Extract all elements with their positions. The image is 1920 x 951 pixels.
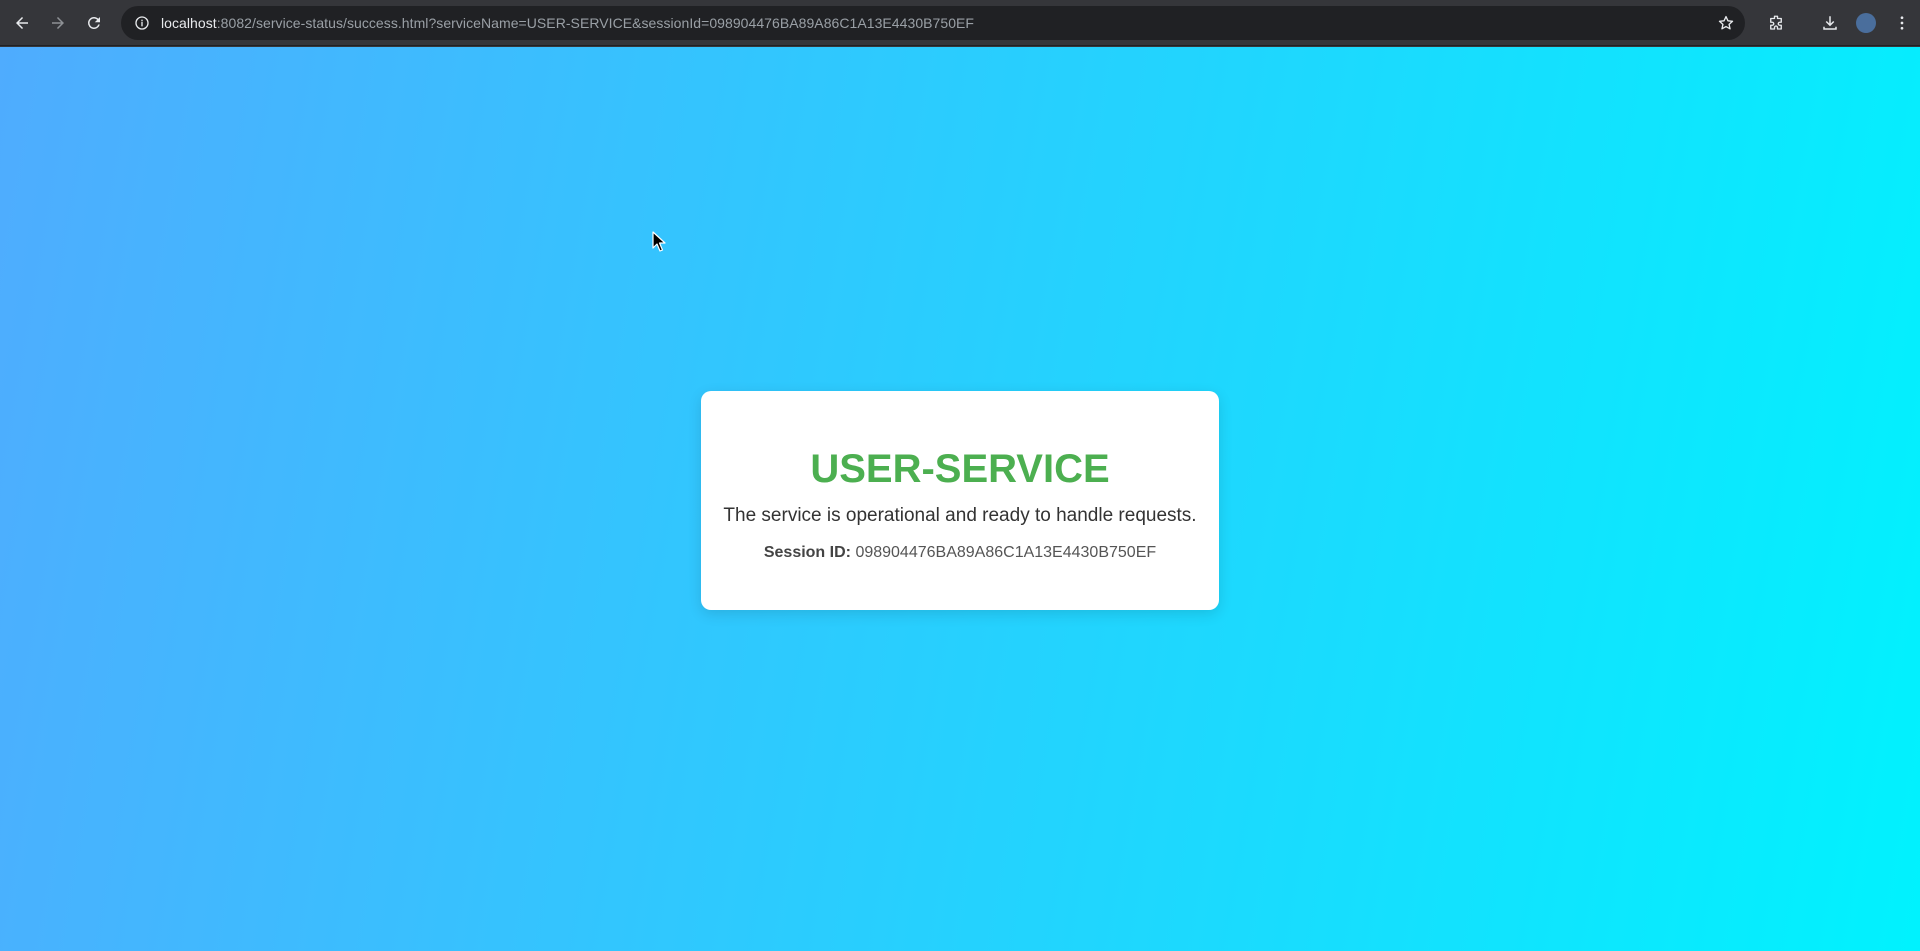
service-name-title: USER-SERVICE xyxy=(810,447,1110,491)
download-icon[interactable] xyxy=(1812,5,1848,41)
bookmark-star-icon[interactable] xyxy=(1709,6,1743,40)
toolbar-right-actions xyxy=(1758,5,1920,41)
browser-toolbar: localhost:8082/service-status/success.ht… xyxy=(0,0,1920,46)
status-message: The service is operational and ready to … xyxy=(723,505,1197,526)
url-path: :8082/service-status/success.html?servic… xyxy=(216,15,975,31)
back-button[interactable] xyxy=(4,5,40,41)
address-bar[interactable]: localhost:8082/service-status/success.ht… xyxy=(121,6,1745,40)
forward-button[interactable] xyxy=(40,5,76,41)
url-text[interactable]: localhost:8082/service-status/success.ht… xyxy=(161,15,974,31)
reload-icon xyxy=(87,16,100,29)
reload-button[interactable] xyxy=(76,5,112,41)
back-icon xyxy=(16,16,28,29)
profile-button[interactable] xyxy=(1848,5,1884,41)
site-info-icon[interactable] xyxy=(125,6,159,40)
session-label: Session ID: xyxy=(763,544,851,561)
mouse-cursor-icon xyxy=(652,231,666,252)
profile-avatar xyxy=(1856,13,1876,33)
extensions-icon[interactable] xyxy=(1758,5,1794,41)
url-host: localhost xyxy=(161,15,217,31)
forward-icon xyxy=(52,16,64,29)
session-id-value: 098904476BA89A86C1A13E4430B750EF xyxy=(855,544,1157,561)
session-info: Session ID: 098904476BA89A86C1A13E4430B7… xyxy=(701,543,1219,563)
page-viewport: USER-SERVICE The service is operational … xyxy=(0,47,1920,951)
more-menu-icon[interactable] xyxy=(1884,5,1920,41)
status-card: USER-SERVICE The service is operational … xyxy=(701,391,1219,610)
